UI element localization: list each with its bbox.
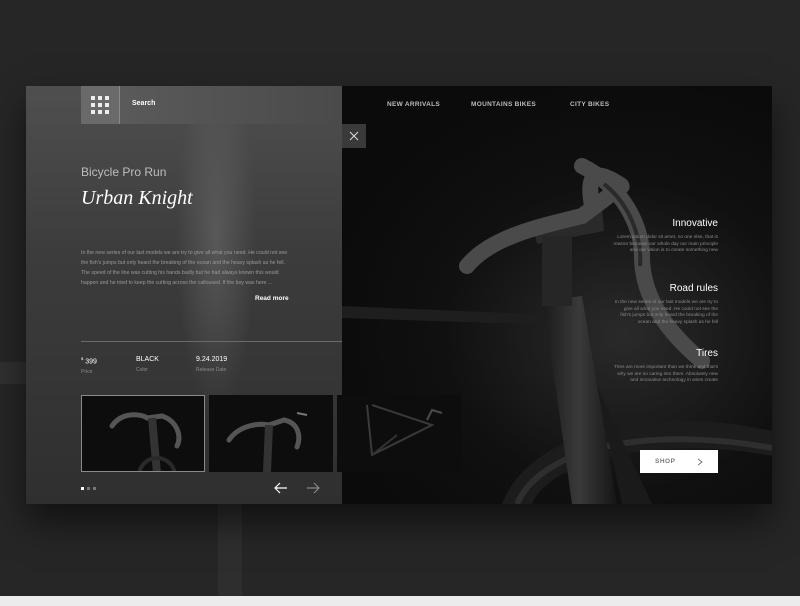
feature-title-innovative: Innovative <box>672 218 718 229</box>
page-bottom-strip <box>0 596 800 606</box>
nav-new-arrivals[interactable]: NEW ARRIVALS <box>387 101 440 108</box>
feature-title-road-rules: Road rules <box>669 283 718 294</box>
pagination-dots <box>81 487 96 490</box>
nav-city-bikes[interactable]: CITY BIKES <box>570 101 609 108</box>
feature-title-tires: Tires <box>696 348 718 359</box>
close-icon <box>349 131 359 141</box>
spec-price-value: $ 399 <box>81 356 97 366</box>
thumbnail-2[interactable] <box>209 395 333 472</box>
spec-color: BLACK Color <box>136 356 159 373</box>
pagination-dot-2[interactable] <box>87 487 90 490</box>
thumbnail-1[interactable] <box>81 395 205 472</box>
search-label: Search <box>132 100 156 107</box>
spec-release-date: 9.24.2019 Release Date <box>196 356 227 373</box>
arrow-left-icon[interactable] <box>274 482 288 494</box>
product-card: Search NEW ARRIVALS MOUNTAINS BIKES CITY… <box>26 86 772 504</box>
pagination-dot-3[interactable] <box>93 487 96 490</box>
read-more-link[interactable]: Read more <box>255 295 289 302</box>
spec-price-label: Price <box>81 369 93 376</box>
grid-icon <box>91 96 109 114</box>
chevron-right-icon <box>698 458 704 465</box>
product-subtitle: Bicycle Pro Run <box>81 165 167 179</box>
feature-text-innovative: Lorem ipsum dolor sit amet, no one else,… <box>613 235 718 253</box>
divider <box>81 341 342 342</box>
spec-release-date-value: 9.24.2019 <box>196 356 228 363</box>
menu-button[interactable] <box>81 86 120 124</box>
spec-release-date-label: Release Date <box>196 367 227 373</box>
thumbnail-image <box>226 412 308 472</box>
thumbnail-image <box>366 404 443 457</box>
search-input[interactable]: Search <box>120 86 342 124</box>
product-title: Urban Knight <box>81 187 193 209</box>
pagination-dot-1[interactable] <box>81 487 84 490</box>
close-button[interactable] <box>342 124 366 148</box>
product-description: In the new series of our last models we … <box>81 250 288 286</box>
nav-mountains-bikes[interactable]: MOUNTAINS BIKES <box>471 101 536 108</box>
shop-label: SHOP <box>655 458 676 465</box>
spec-color-label: Color <box>136 367 148 373</box>
arrow-right-icon[interactable] <box>306 482 320 494</box>
feature-text-road-rules: In the new series of our last models we … <box>614 300 718 325</box>
spec-color-value: BLACK <box>136 356 159 363</box>
background-stripe-horizontal <box>0 362 26 384</box>
feature-text-tires: Tires are more important than we think a… <box>614 365 718 383</box>
thumbnail-image <box>109 412 182 471</box>
spec-price: $ 399 Price <box>81 356 97 375</box>
thumbnail-3[interactable] <box>337 395 461 472</box>
shop-button[interactable]: SHOP <box>640 450 718 473</box>
